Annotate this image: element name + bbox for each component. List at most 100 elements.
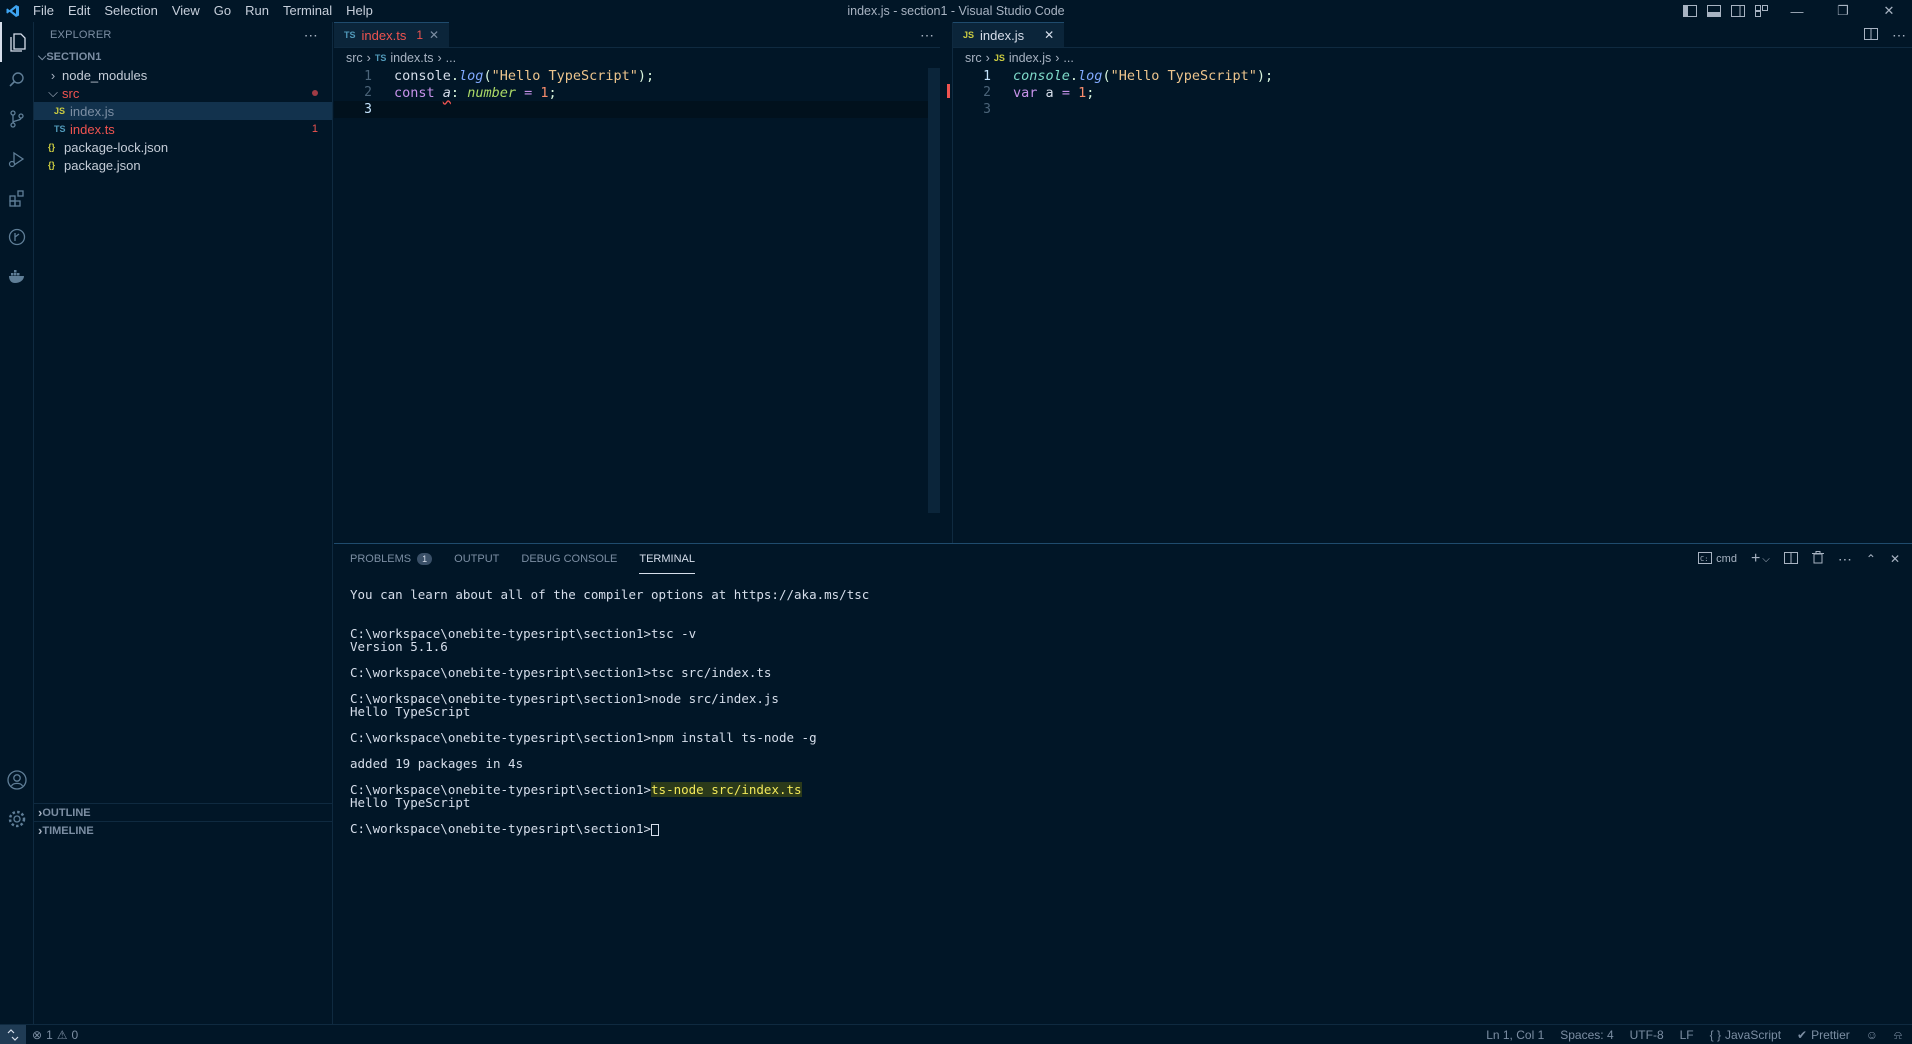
code-editor-right[interactable]: 1 console.log("Hello TypeScript"); 2 var… [953,68,1912,543]
workspace-section-header[interactable]: ⌵ SECTION1 [34,48,332,66]
tab-debug-console[interactable]: DEBUG CONSOLE [521,544,617,574]
close-tab-icon[interactable]: ✕ [429,28,439,42]
encoding[interactable]: UTF-8 [1630,1028,1664,1042]
accounts-icon[interactable] [0,760,34,800]
terminal-line: You can learn about all of the compiler … [350,587,870,602]
kill-terminal-icon[interactable] [1811,551,1824,567]
code-editor-left[interactable]: 1 console.log("Hello TypeScript"); 2 con… [334,68,950,543]
breadcrumb-folder[interactable]: src [965,51,982,65]
more-actions-icon[interactable]: ⋯ [920,27,934,44]
breadcrumb: src › JS index.js › ... [953,48,1912,68]
timeline-section[interactable]: › TIMELINE [34,821,333,839]
remote-indicator-icon[interactable] [0,1024,26,1044]
end-of-line[interactable]: LF [1680,1028,1694,1042]
new-terminal-icon[interactable]: + [1751,550,1760,568]
minimize-icon[interactable]: — [1774,0,1820,22]
docker-icon[interactable] [0,256,34,296]
tab-output[interactable]: OUTPUT [454,544,499,574]
breadcrumb-more[interactable]: ... [446,51,456,65]
notifications-bell-icon[interactable]: ⍾ [1894,1028,1902,1043]
chevron-down-icon: ⌵ [48,85,58,100]
menu-run[interactable]: Run [238,0,276,22]
tree-item-index-js[interactable]: JS index.js [34,102,332,120]
menu-terminal[interactable]: Terminal [276,0,339,22]
terminal-line: Hello TypeScript [350,704,471,719]
tab-bar-right: JS index.js ✕ ⋯ [953,22,1912,48]
menu-file[interactable]: File [26,0,61,22]
ts-file-icon: TS [374,53,387,63]
tree-item-package-lock-json[interactable]: {} package-lock.json [34,138,332,156]
toggle-panel-icon[interactable] [1702,0,1726,22]
error-marker [947,84,950,98]
chevron-down-icon[interactable]: ⌵ [1762,554,1770,565]
tree-item-src[interactable]: ⌵ src [34,84,332,102]
menu-help[interactable]: Help [339,0,380,22]
chevron-down-icon: ⌵ [38,50,47,63]
breadcrumb-folder[interactable]: src [346,51,363,65]
json-file-icon: {} [48,160,56,170]
tree-item-label: index.ts [70,121,115,137]
problems-status[interactable]: ⊗ 1 ⚠ 0 [32,1028,78,1042]
more-actions-icon[interactable]: ⋯ [1892,27,1906,44]
tab-bar-left: TS index.ts 1 ✕ ⋯ [334,22,940,48]
tab-debug-console-label: DEBUG CONSOLE [521,553,618,565]
toggle-secondary-sidebar-icon[interactable] [1726,0,1750,22]
menu-view[interactable]: View [165,0,207,22]
search-icon[interactable] [0,60,34,100]
tab-index-ts[interactable]: TS index.ts 1 ✕ [334,22,450,47]
outline-section[interactable]: › OUTLINE [34,803,333,821]
title-bar: File Edit Selection View Go Run Terminal… [0,0,1912,22]
line-number: 1 [983,68,991,84]
highlighted-command: ts-node src/index.ts [651,782,802,797]
line-number: 3 [364,101,372,117]
prettier-status[interactable]: ✔ Prettier [1797,1028,1850,1042]
terminal-shell-selector[interactable]: C: cmd [1698,551,1737,567]
breadcrumb-file[interactable]: index.ts [390,51,433,65]
split-terminal-icon[interactable] [1783,551,1798,567]
menu-go[interactable]: Go [207,0,238,22]
close-window-icon[interactable]: ✕ [1866,0,1912,22]
close-tab-icon[interactable]: ✕ [1044,28,1054,42]
git-graph-icon[interactable] [0,217,34,257]
tree-item-index-ts[interactable]: TS index.ts 1 [34,120,332,138]
settings-gear-icon[interactable] [0,799,34,839]
feedback-icon[interactable]: ☺ [1866,1028,1878,1042]
more-actions-icon[interactable]: ⋯ [1838,551,1852,568]
tab-label: index.js [980,27,1025,43]
tree-item-label: package-lock.json [64,139,169,155]
terminal-output[interactable]: You can learn about all of the compiler … [350,587,870,836]
tab-index-js[interactable]: JS index.js ✕ [953,22,1065,47]
tab-problems[interactable]: PROBLEMS 1 [350,544,433,574]
restore-icon[interactable]: ❐ [1820,0,1866,22]
json-file-icon: {} [48,142,56,152]
cursor-position[interactable]: Ln 1, Col 1 [1486,1028,1544,1042]
terminal-icon: C: [1698,551,1713,567]
editor-actions-left: ⋯ [920,22,934,48]
js-file-icon: JS [963,30,975,40]
explorer-icon[interactable] [0,22,34,62]
split-editor-icon[interactable] [1864,27,1878,43]
breadcrumb-more[interactable]: ... [1063,51,1073,65]
maximize-panel-icon[interactable]: ⌃ [1866,552,1876,566]
menu-selection[interactable]: Selection [97,0,164,22]
scrollbar-track[interactable] [928,68,940,513]
indentation[interactable]: Spaces: 4 [1560,1028,1613,1042]
explorer-more-actions-icon[interactable]: ⋯ [304,27,318,44]
warning-icon: ⚠ [56,1027,68,1042]
toggle-primary-sidebar-icon[interactable] [1678,0,1702,22]
customize-layout-icon[interactable] [1750,0,1774,22]
tree-item-label: src [62,85,80,101]
modified-dot [312,90,318,96]
extensions-icon[interactable] [0,178,34,218]
tree-item-package-json[interactable]: {} package.json [34,156,332,174]
terminal-line: C:\workspace\onebite-typesript\section1>… [350,665,772,680]
tab-terminal[interactable]: TERMINAL [639,544,695,574]
run-debug-icon[interactable] [0,139,34,179]
language-mode[interactable]: { } JavaScript [1710,1028,1781,1042]
breadcrumb-file[interactable]: index.js [1009,51,1051,65]
terminal-cursor [651,823,660,836]
close-panel-icon[interactable]: ✕ [1890,552,1900,566]
source-control-icon[interactable] [0,99,34,139]
tree-item-node-modules[interactable]: › node_modules [34,66,332,84]
menu-edit[interactable]: Edit [61,0,97,22]
